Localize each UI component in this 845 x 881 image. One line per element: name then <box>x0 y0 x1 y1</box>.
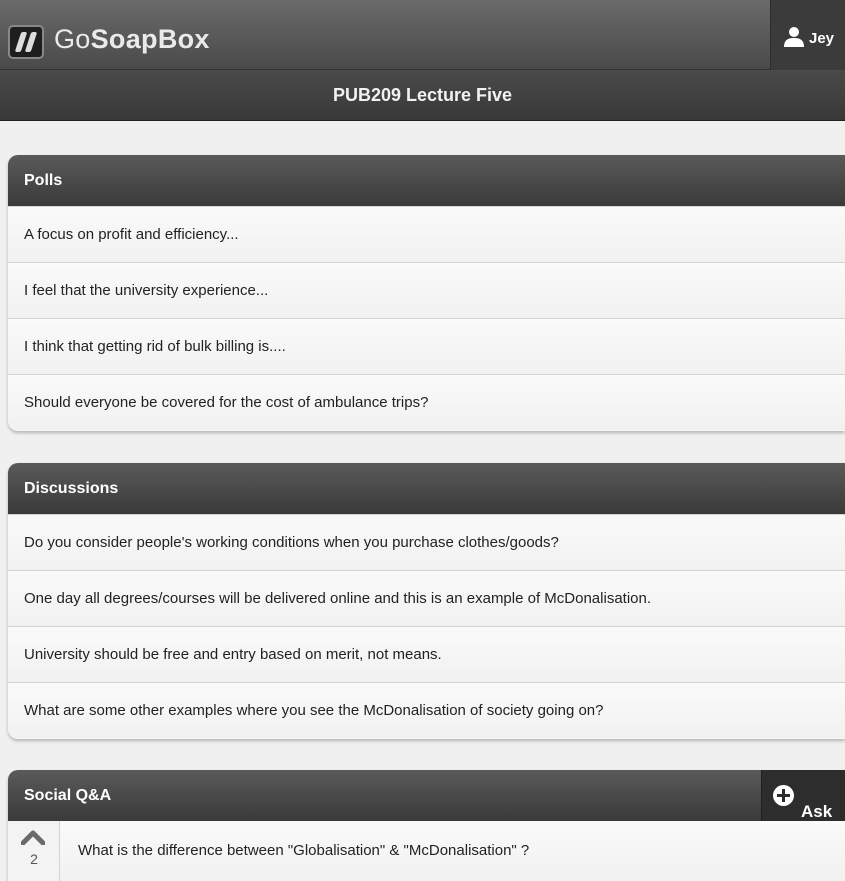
top-bar: GoSoapBox Jey <box>0 0 845 70</box>
ask-button[interactable]: Ask <box>761 770 845 821</box>
poll-item[interactable]: I think that getting rid of bulk billing… <box>8 318 845 374</box>
brand-prefix: Go <box>54 24 91 54</box>
discussions-header: Discussions <box>8 463 845 514</box>
brand-bold: SoapBox <box>90 24 210 54</box>
discussion-item[interactable]: What are some other examples where you s… <box>8 682 845 738</box>
user-menu-button[interactable]: Jey <box>770 0 845 70</box>
polls-panel: Polls A focus on profit and efficiency..… <box>8 155 845 431</box>
poll-item[interactable]: I feel that the university experience... <box>8 262 845 318</box>
polls-header: Polls <box>8 155 845 206</box>
brand-name[interactable]: GoSoapBox <box>54 24 210 55</box>
discussion-item[interactable]: Do you consider people's working conditi… <box>8 514 845 570</box>
question-text[interactable]: What is the difference between "Globalis… <box>78 821 529 881</box>
question-item[interactable]: 2 What is the difference between "Global… <box>8 821 845 881</box>
social-qa-header: Social Q&A Ask <box>8 770 845 821</box>
poll-item[interactable]: Should everyone be covered for the cost … <box>8 374 845 430</box>
upvote-chevron-icon[interactable] <box>21 829 45 845</box>
vote-column: 2 <box>8 821 60 881</box>
lecture-title: PUB209 Lecture Five <box>0 70 845 121</box>
vote-count: 2 <box>30 851 38 867</box>
social-qa-title: Social Q&A <box>24 787 112 804</box>
gosoapbox-logo[interactable] <box>8 25 44 59</box>
discussion-item[interactable]: University should be free and entry base… <box>8 626 845 682</box>
user-name: Jey <box>809 30 835 47</box>
social-qa-panel: Social Q&A Ask 2 What is the difference … <box>8 770 845 881</box>
poll-item[interactable]: A focus on profit and efficiency... <box>8 206 845 262</box>
discussions-panel: Discussions Do you consider people's wor… <box>8 463 845 739</box>
plus-circle-icon <box>773 785 794 806</box>
discussion-item[interactable]: One day all degrees/courses will be deli… <box>8 570 845 626</box>
user-icon <box>784 27 804 47</box>
